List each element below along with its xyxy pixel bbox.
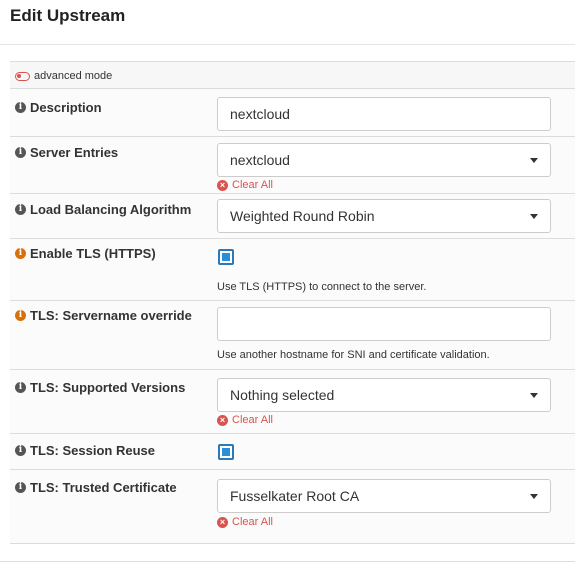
tls-session-reuse-label: TLS: Session Reuse [30,443,155,458]
clear-all-label: Clear All [232,179,273,191]
tls-trusted-cert-label: TLS: Trusted Certificate [30,480,177,495]
enable-tls-help: Use TLS (HTTPS) to connect to the server… [217,281,427,293]
tls-servername-label: TLS: Servername override [30,308,192,323]
info-icon[interactable]: i [15,248,26,259]
dialog-title: Edit Upstream [10,6,126,25]
times-circle-icon: × [217,414,228,426]
tls-versions-value: Nothing selected [230,387,335,403]
tls-trusted-cert-clear-all[interactable]: × Clear All [217,516,273,528]
info-icon[interactable]: i [15,102,26,113]
tls-trusted-cert-label-cell: i TLS: Trusted Certificate [15,480,177,495]
info-icon[interactable]: i [15,482,26,493]
clear-all-label: Clear All [232,516,273,528]
enable-tls-checkbox[interactable] [218,249,234,265]
server-entries-label-cell: i Server Entries [15,145,118,160]
info-icon[interactable]: i [15,310,26,321]
server-entries-label: Server Entries [30,145,119,160]
load-balancing-select[interactable]: Weighted Round Robin [217,199,551,233]
tls-versions-label-cell: i TLS: Supported Versions [15,380,185,395]
load-balancing-label: Load Balancing Algorithm [30,202,192,217]
tls-versions-row: i TLS: Supported Versions Nothing select… [10,370,575,434]
tls-session-reuse-label-cell: i TLS: Session Reuse [15,443,155,458]
tls-trusted-cert-row: i TLS: Trusted Certificate Fusselkater R… [10,470,575,544]
form-bottom-divider [0,561,575,562]
advanced-mode-toggle[interactable] [15,72,30,81]
enable-tls-label: Enable TLS (HTTPS) [30,246,156,261]
server-entries-select[interactable]: nextcloud [217,143,551,177]
description-label: Description [30,100,102,115]
times-circle-icon: × [217,516,228,528]
tls-versions-label: TLS: Supported Versions [30,380,186,395]
tls-session-reuse-row: i TLS: Session Reuse [10,434,575,470]
tls-servername-input[interactable] [217,307,551,341]
times-circle-icon: × [217,179,228,191]
server-entries-value: nextcloud [230,152,290,168]
info-icon[interactable]: i [15,382,26,393]
info-icon[interactable]: i [15,445,26,456]
tls-servername-help: Use another hostname for SNI and certifi… [217,349,490,361]
tls-versions-clear-all[interactable]: × Clear All [217,414,273,426]
description-input[interactable]: nextcloud [217,97,551,131]
tls-trusted-cert-value: Fusselkater Root CA [230,488,360,504]
load-balancing-row: i Load Balancing Algorithm Weighted Roun… [10,194,575,239]
tls-trusted-cert-select[interactable]: Fusselkater Root CA [217,479,551,513]
caret-down-icon [530,158,538,163]
description-row: i Description nextcloud [10,89,575,137]
clear-all-label: Clear All [232,414,273,426]
tls-servername-row: i TLS: Servername override Use another h… [10,301,575,370]
info-icon[interactable]: i [15,204,26,215]
advanced-mode-label: advanced mode [34,70,113,82]
caret-down-icon [530,214,538,219]
description-label-cell: i Description [15,100,102,115]
caret-down-icon [530,494,538,499]
tls-versions-select[interactable]: Nothing selected [217,378,551,412]
enable-tls-label-cell: i Enable TLS (HTTPS) [15,246,156,261]
tls-servername-label-cell: i TLS: Servername override [15,308,192,323]
enable-tls-row: i Enable TLS (HTTPS) Use TLS (HTTPS) to … [10,239,575,301]
upstream-form: advanced mode i Description nextcloud i … [10,61,575,544]
info-icon[interactable]: i [15,147,26,158]
load-balancing-value: Weighted Round Robin [230,208,375,224]
server-entries-clear-all[interactable]: × Clear All [217,179,273,191]
server-entries-row: i Server Entries nextcloud × Clear All [10,137,575,194]
tls-session-reuse-checkbox[interactable] [218,444,234,460]
advanced-mode-row: advanced mode [10,62,575,89]
caret-down-icon [530,393,538,398]
dialog-header: Edit Upstream [0,0,575,45]
load-balancing-label-cell: i Load Balancing Algorithm [15,202,191,217]
